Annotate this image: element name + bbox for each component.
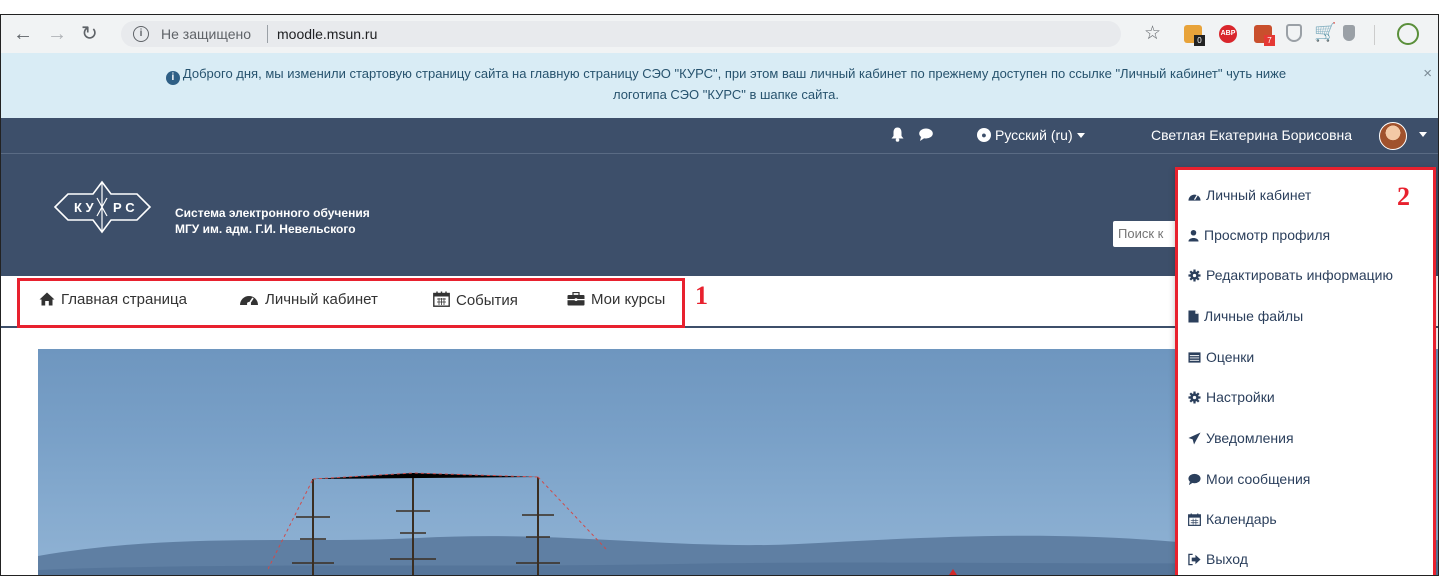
- notice-line-2: логотипа СЭО "КУРС" в шапке сайта.: [612, 87, 840, 102]
- menu-item-label: Оценки: [1206, 349, 1255, 365]
- menu-item-grades[interactable]: Оценки: [1188, 349, 1254, 365]
- menu-item-logout[interactable]: Выход: [1188, 551, 1248, 567]
- paper-plane-icon: [1188, 432, 1201, 445]
- annotation-label-1: 1: [695, 281, 708, 310]
- security-label[interactable]: Не защищено: [161, 26, 251, 42]
- logo-text: К У: [74, 200, 95, 215]
- menu-item-label: Мои сообщения: [1206, 471, 1311, 487]
- site-title-line-1: Система электронного обучения: [175, 206, 370, 220]
- toolbar-divider: [1374, 25, 1375, 45]
- extension-icon[interactable]: [1397, 23, 1419, 45]
- menu-item-private-files[interactable]: Личные файлы: [1188, 308, 1303, 324]
- menu-item-label: Редактировать информацию: [1206, 267, 1393, 283]
- menu-item-edit-profile[interactable]: Редактировать информацию: [1188, 267, 1393, 283]
- menu-item-label: Личный кабинет: [1206, 187, 1312, 203]
- url-text[interactable]: moodle.msun.ru: [277, 26, 377, 42]
- user-menu-dropdown: Личный кабинет Просмотр профиля Редактир…: [1175, 167, 1436, 575]
- annotation-box-1: [17, 278, 685, 328]
- user-icon: [1188, 230, 1199, 242]
- extension-icon[interactable]: 7: [1254, 25, 1275, 46]
- close-icon[interactable]: ×: [1423, 65, 1432, 82]
- menu-item-dashboard[interactable]: Личный кабинет: [1188, 187, 1311, 203]
- menu-item-label: Личные файлы: [1204, 308, 1304, 324]
- address-divider: [267, 25, 268, 43]
- menu-item-notifications[interactable]: Уведомления: [1188, 430, 1294, 446]
- chevron-down-icon: [1076, 133, 1085, 138]
- file-icon: [1188, 310, 1199, 323]
- cog-icon: [1188, 391, 1201, 404]
- bookmark-star-icon[interactable]: ☆: [1144, 23, 1161, 45]
- browser-toolbar: ← → ↻ i Не защищено moodle.msun.ru ☆ 0 A…: [1, 15, 1438, 54]
- reload-icon[interactable]: ↻: [81, 21, 98, 47]
- top-navbar: ● Русский (ru) Светлая Екатерина Борисов…: [1, 118, 1438, 154]
- language-label: Русский (ru): [995, 127, 1073, 143]
- site-title[interactable]: Система электронного обучения МГУ им. ад…: [175, 205, 370, 237]
- menu-item-label: Выход: [1206, 551, 1248, 567]
- sailing-ship-image: [268, 472, 607, 575]
- info-icon[interactable]: i: [133, 26, 149, 42]
- address-bar[interactable]: i Не защищено moodle.msun.ru: [121, 21, 1121, 47]
- menu-item-label: Уведомления: [1206, 430, 1294, 446]
- annotation-label-2: 2: [1397, 182, 1410, 211]
- notice-text: i Доброго дня, мы изменили стартовую стра…: [41, 64, 1411, 105]
- comment-icon: [1188, 473, 1201, 486]
- cart-icon[interactable]: 🛒: [1314, 21, 1336, 42]
- shield-icon[interactable]: [1343, 25, 1355, 41]
- sign-out-icon: [1188, 553, 1201, 566]
- notice-line-1: Доброго дня, мы изменили стартовую стран…: [182, 66, 1287, 81]
- forward-arrow-icon[interactable]: →: [47, 21, 67, 47]
- buoy-image: [949, 569, 957, 575]
- table-icon: [1188, 352, 1201, 363]
- menu-item-calendar[interactable]: Календарь: [1188, 511, 1277, 527]
- bell-icon[interactable]: [891, 127, 904, 142]
- cog-icon: [1188, 269, 1201, 282]
- shield-icon[interactable]: [1286, 24, 1302, 42]
- menu-item-messages[interactable]: Мои сообщения: [1188, 471, 1310, 487]
- site-title-line-2: МГУ им. адм. Г.И. Невельского: [175, 222, 356, 236]
- menu-item-view-profile[interactable]: Просмотр профиля: [1188, 227, 1330, 243]
- language-menu[interactable]: Русский (ru): [995, 127, 1085, 143]
- avatar[interactable]: [1379, 122, 1407, 150]
- menu-item-label: Календарь: [1206, 511, 1277, 527]
- menu-item-label: Настройки: [1206, 389, 1275, 405]
- browser-window: ← → ↻ i Не защищено moodle.msun.ru ☆ 0 A…: [0, 14, 1439, 576]
- menu-item-label: Просмотр профиля: [1204, 227, 1331, 243]
- chat-icon[interactable]: [919, 128, 933, 141]
- logo-text: Р С: [113, 200, 135, 215]
- menu-item-preferences[interactable]: Настройки: [1188, 389, 1275, 405]
- user-name[interactable]: Светлая Екатерина Борисовна: [1151, 127, 1352, 143]
- chevron-down-icon[interactable]: [1419, 132, 1427, 137]
- dashboard-icon: [1188, 194, 1201, 201]
- calendar-icon: [1188, 513, 1201, 526]
- adblock-icon[interactable]: ABP: [1219, 25, 1237, 43]
- globe-icon[interactable]: ●: [977, 128, 991, 142]
- info-icon: i: [165, 71, 180, 85]
- extension-icon[interactable]: 0: [1184, 25, 1205, 46]
- back-arrow-icon[interactable]: ←: [13, 21, 33, 47]
- notice-banner: i Доброго дня, мы изменили стартовую стра…: [1, 53, 1438, 119]
- site-logo[interactable]: К У Р С: [45, 180, 160, 234]
